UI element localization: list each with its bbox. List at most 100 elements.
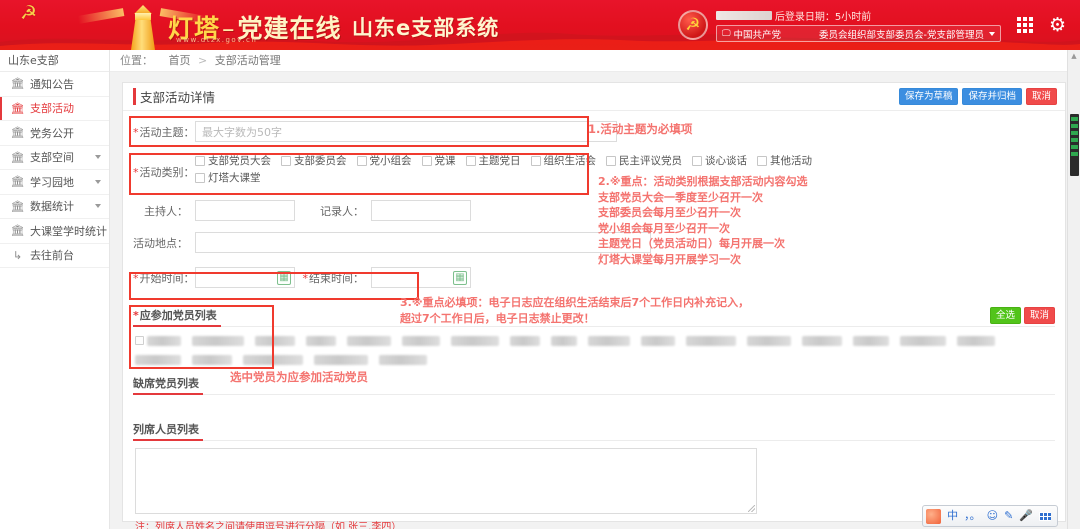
member-item[interactable]: [314, 354, 368, 365]
member-item[interactable]: [551, 335, 577, 346]
sidebar-item-class-hours[interactable]: 🏛 大课堂学时统计: [0, 219, 109, 244]
member-item[interactable]: [802, 335, 842, 346]
checkbox-organizational-life[interactable]: 组织生活会: [530, 153, 596, 168]
checkbox-theme-party-day[interactable]: 主题党日: [465, 153, 521, 168]
checkbox-label: 支部党员大会: [208, 155, 271, 167]
recorder-input[interactable]: [371, 200, 471, 221]
checkbox-branch-member-assembly[interactable]: 支部党员大会: [195, 153, 271, 168]
clear-selection-button[interactable]: 取消: [1023, 307, 1055, 324]
scrollbar-thumb[interactable]: [1070, 114, 1079, 176]
checkbox-box-icon: [530, 155, 541, 166]
calendar-icon[interactable]: ▦: [453, 271, 467, 285]
member-item[interactable]: [402, 335, 440, 346]
breadcrumb-current: 支部活动管理: [214, 54, 281, 67]
checkbox-box-icon: [692, 155, 702, 166]
microphone-icon[interactable]: 🎤: [1019, 510, 1033, 522]
chevron-down-icon: [95, 179, 101, 184]
checkbox-label: 灯塔大课堂: [208, 172, 261, 184]
page-title: 支部活动详情: [133, 87, 215, 106]
member-item[interactable]: [192, 354, 232, 365]
save-archive-button[interactable]: 保存并归档: [962, 88, 1022, 105]
gear-icon[interactable]: ⚙: [1049, 15, 1066, 35]
checkbox-lighthouse-class[interactable]: 灯塔大课堂: [195, 170, 261, 185]
member-name-redacted: [243, 354, 303, 365]
activity-topic-input[interactable]: 最大字数为50字: [195, 121, 617, 142]
member-item[interactable]: [641, 335, 675, 346]
member-item[interactable]: [347, 335, 391, 346]
sidebar-item-label: 支部活动: [30, 102, 74, 116]
sidebar-item-party-affairs[interactable]: 🏛 党务公开: [0, 121, 109, 146]
checkbox-democratic-evaluation[interactable]: 民主评议党员: [606, 153, 682, 168]
checkbox-box-icon[interactable]: [135, 336, 144, 345]
member-item[interactable]: [853, 335, 889, 346]
sidebar-item-label: 通知公告: [30, 77, 74, 91]
sidebar-item-branch-activity[interactable]: 🏛 支部活动: [0, 96, 109, 121]
member-item[interactable]: [306, 335, 336, 346]
calendar-icon[interactable]: ▦: [277, 271, 291, 285]
recorder-label: 记录人：: [320, 204, 364, 218]
keyboard-icon[interactable]: [1039, 511, 1051, 521]
org-select[interactable]: 🖵 中国共产党 委员会组织部支部委员会-党支部管理员: [715, 25, 1001, 42]
member-item[interactable]: [588, 335, 630, 346]
checkbox-branch-committee[interactable]: 支部委员会: [281, 153, 347, 168]
checkbox-box-icon: [356, 155, 367, 166]
sidebar-item-branch-space[interactable]: 🏛 支部空间: [0, 145, 109, 170]
member-item[interactable]: [510, 335, 540, 346]
observers-input-wrap: 注：列席人员姓名之间请使用逗号进行分隔（如 张三,李四）: [133, 441, 1055, 529]
member-name-redacted: [551, 335, 577, 346]
checkbox-other-activity[interactable]: 其他活动: [757, 153, 812, 168]
member-name-redacted: [900, 335, 946, 346]
place-input[interactable]: [195, 232, 651, 253]
checkbox-party-lecture[interactable]: 党课: [421, 153, 456, 168]
avatar[interactable]: ☭: [677, 10, 708, 40]
checkbox-party-group-meeting[interactable]: 党小组会: [356, 153, 412, 168]
ime-toolbar[interactable]: 中 ，。 ☺ ✎ 🎤: [922, 505, 1058, 527]
member-item[interactable]: [379, 354, 427, 365]
pen-icon[interactable]: ✎: [1004, 510, 1013, 522]
checkbox-box-icon: [281, 155, 291, 166]
member-name-redacted: [451, 335, 499, 346]
member-item[interactable]: [192, 335, 244, 346]
member-item[interactable]: [451, 335, 499, 346]
vertical-scrollbar[interactable]: ▲: [1067, 50, 1080, 529]
required-mark: *: [133, 271, 139, 285]
grid-apps-icon[interactable]: [1016, 17, 1033, 33]
member-item[interactable]: [255, 335, 295, 346]
row-activity-topic: *活动主题： 最大字数为50字: [133, 121, 1055, 142]
member-item[interactable]: [243, 354, 303, 365]
member-name-redacted: [379, 354, 427, 365]
member-item[interactable]: [135, 335, 181, 346]
sogou-ime-logo-icon[interactable]: [926, 508, 942, 524]
sidebar-item-study-garden[interactable]: 🏛 学习园地: [0, 170, 109, 195]
cancel-button[interactable]: 取消: [1025, 88, 1057, 105]
select-all-button[interactable]: 全选: [989, 307, 1021, 324]
member-item[interactable]: [135, 354, 181, 365]
attendees-buttons: 全选 取消: [989, 307, 1055, 326]
observers-textarea[interactable]: [135, 448, 757, 514]
save-draft-button[interactable]: 保存为草稿: [898, 88, 959, 105]
member-item[interactable]: [900, 335, 946, 346]
member-row: [135, 352, 1055, 367]
member-name-redacted: [510, 335, 540, 346]
scrollbar-track[interactable]: [1069, 62, 1079, 529]
smiley-icon[interactable]: ☺: [987, 510, 998, 522]
sidebar-item-statistics[interactable]: 🏛 数据统计: [0, 194, 109, 219]
category-row-1: 支部党员大会 支部委员会 党小组会 党课 主题党日 组织生活会 民主评议党员 谈…: [195, 152, 822, 169]
start-time-input[interactable]: ▦: [195, 267, 295, 288]
sidebar-item-go-frontend[interactable]: ↳ 去往前台: [0, 243, 109, 268]
ime-mode-chinese[interactable]: 中: [947, 510, 958, 522]
ime-punctuation-toggle[interactable]: ，。: [964, 510, 981, 522]
observers-note: 注：列席人员姓名之间请使用逗号进行分隔（如 张三,李四）: [135, 522, 402, 529]
member-item[interactable]: [747, 335, 791, 346]
sidebar-item-notice[interactable]: 🏛 通知公告: [0, 72, 109, 97]
member-item[interactable]: [957, 335, 995, 346]
host-input[interactable]: [195, 200, 295, 221]
member-item[interactable]: [686, 335, 736, 346]
checkbox-heart-to-heart-talk[interactable]: 谈心谈话: [692, 153, 747, 168]
member-name-redacted: [255, 335, 295, 346]
end-time-input[interactable]: ▦: [371, 267, 471, 288]
scroll-up-arrow-icon[interactable]: ▲: [1068, 50, 1080, 62]
breadcrumb-home[interactable]: 首页: [169, 54, 191, 67]
building-icon: 🏛: [10, 77, 25, 91]
resize-grip-icon[interactable]: [748, 505, 755, 512]
